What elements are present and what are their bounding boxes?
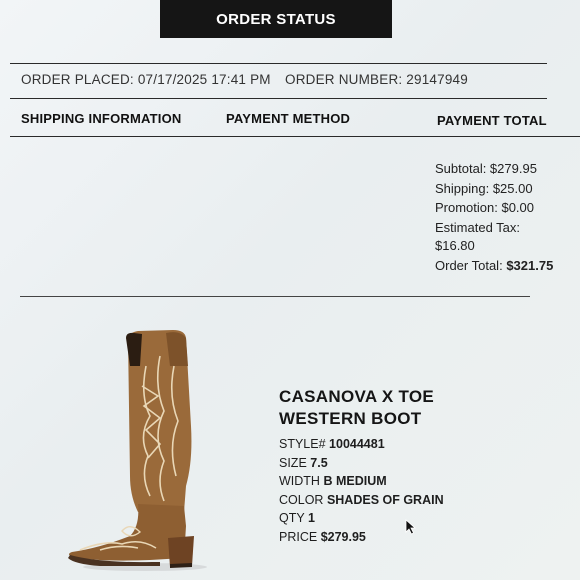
attr-color-label: COLOR bbox=[279, 492, 324, 507]
order-number-text: ORDER NUMBER: 29147949 bbox=[285, 72, 468, 87]
product-attributes: STYLE# 10044481 SIZE 7.5 WIDTH B MEDIUM … bbox=[279, 435, 444, 547]
order-status-header: ORDER STATUS bbox=[160, 0, 392, 38]
attr-width: WIDTH B MEDIUM bbox=[279, 472, 444, 491]
divider-columns bbox=[10, 136, 580, 137]
attr-price-value: $279.95 bbox=[320, 529, 366, 544]
divider-meta bbox=[10, 98, 547, 99]
product-name-line2: WESTERN BOOT bbox=[279, 409, 422, 428]
attr-color: COLOR SHADES OF GRAIN bbox=[279, 491, 444, 510]
product-name[interactable]: CASANOVA X TOE WESTERN BOOT bbox=[279, 386, 434, 430]
order-total-line: Order Total: $321.75 bbox=[435, 256, 553, 276]
attr-price: PRICE $279.95 bbox=[279, 528, 444, 547]
attr-price-label: PRICE bbox=[279, 529, 318, 544]
shipping-line: Shipping: $25.00 bbox=[435, 180, 533, 196]
western-boot-image[interactable] bbox=[60, 326, 220, 572]
order-status-title: ORDER STATUS bbox=[216, 10, 336, 28]
estimated-tax-label: Estimated Tax: bbox=[435, 219, 521, 235]
attr-style-label: STYLE# bbox=[279, 437, 326, 451]
payment-totals: Subtotal: $279.95 Shipping: $25.00 Promo… bbox=[435, 159, 553, 275]
divider-product bbox=[20, 296, 530, 297]
order-total-label: Order Total: bbox=[435, 257, 503, 273]
product-name-line1: CASANOVA X TOE bbox=[279, 387, 435, 406]
shipping-information-heading: SHIPPING INFORMATION bbox=[21, 111, 182, 126]
order-total-value: $321.75 bbox=[506, 257, 554, 273]
estimated-tax-value: $16.80 bbox=[435, 238, 475, 253]
attr-size: SIZE 7.5 bbox=[279, 454, 444, 473]
attr-qty-value: 1 bbox=[307, 511, 315, 526]
attr-style-value: 10044481 bbox=[329, 437, 385, 451]
payment-total-heading: PAYMENT TOTAL bbox=[437, 113, 547, 128]
attr-color-value: SHADES OF GRAIN bbox=[326, 492, 444, 507]
subtotal-line: Subtotal: $279.95 bbox=[435, 161, 537, 176]
order-placed-text: ORDER PLACED: 07/17/2025 17:41 PM bbox=[21, 72, 271, 87]
mouse-cursor-icon bbox=[405, 519, 417, 535]
promotion-line: Promotion: $0.00 bbox=[435, 200, 535, 215]
attr-qty-label: QTY bbox=[279, 511, 305, 526]
payment-method-heading: PAYMENT METHOD bbox=[226, 111, 351, 126]
attr-size-value: 7.5 bbox=[310, 455, 328, 470]
divider-top bbox=[10, 63, 547, 64]
attr-qty: QTY 1 bbox=[279, 509, 444, 528]
attr-width-label: WIDTH bbox=[279, 474, 320, 489]
attr-size-label: SIZE bbox=[279, 455, 307, 470]
attr-width-value: B MEDIUM bbox=[323, 474, 387, 489]
attr-style: STYLE# 10044481 bbox=[279, 435, 444, 454]
